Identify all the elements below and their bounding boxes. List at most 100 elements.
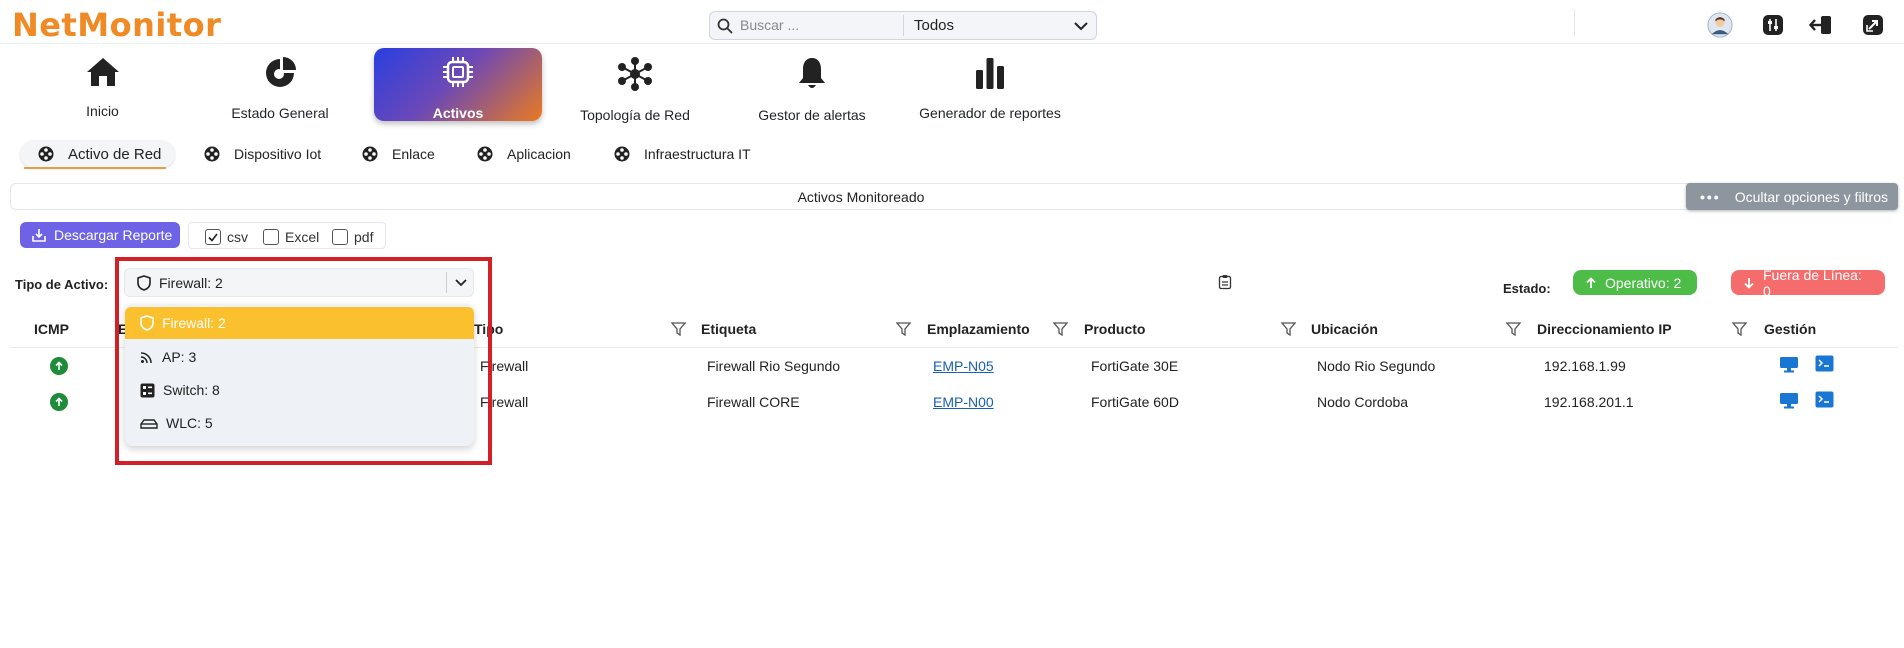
home-icon bbox=[85, 56, 121, 93]
cell-producto: FortiGate 30E bbox=[1091, 358, 1179, 374]
operativo-count: Operativo: 2 bbox=[1605, 274, 1682, 291]
tipo-activo-label: Tipo de Activo: bbox=[15, 277, 109, 292]
section-title: Activos Monitoreado bbox=[797, 189, 925, 205]
nav-module-label: Activos bbox=[432, 105, 484, 121]
cell-emplazamiento-link[interactable]: EMP-N00 bbox=[933, 394, 994, 410]
format-pdf-checkbox[interactable]: pdf bbox=[332, 229, 373, 245]
fuera-de-linea-count: Fuera de Línea: 0 bbox=[1763, 266, 1862, 299]
filter-icon[interactable] bbox=[896, 322, 911, 336]
column-header-etiqueta[interactable]: Etiqueta bbox=[701, 321, 756, 337]
nav-module-label: Inicio bbox=[86, 103, 119, 119]
tab-aplicacion[interactable]: Aplicacion bbox=[477, 140, 571, 168]
tab-activo-de-red[interactable]: Activo de Red bbox=[20, 140, 176, 168]
user-avatar-icon[interactable] bbox=[1707, 12, 1733, 38]
clipboard-icon[interactable] bbox=[1218, 274, 1232, 295]
column-header-direccionamiento-ip[interactable]: Direccionamiento IP bbox=[1537, 321, 1672, 337]
toggle-filters-label: Ocultar opciones y filtros bbox=[1734, 188, 1889, 205]
tab-label: Infraestructura IT bbox=[644, 146, 751, 162]
tab-infraestructura-it[interactable]: Infraestructura IT bbox=[614, 140, 751, 168]
network-icon bbox=[617, 56, 653, 97]
search-input[interactable]: Buscar ... bbox=[740, 15, 904, 36]
expand-window-icon[interactable] bbox=[1860, 12, 1886, 38]
chevron-down-icon[interactable] bbox=[1066, 21, 1096, 31]
checkbox-icon bbox=[263, 229, 279, 245]
cell-ip: 192.168.201.1 bbox=[1544, 394, 1634, 410]
filter-icon[interactable] bbox=[1506, 322, 1521, 336]
search-icon[interactable] bbox=[710, 18, 740, 34]
nav-module-alertas[interactable]: Gestor de alertas bbox=[752, 50, 872, 123]
column-header-ubicacion[interactable]: Ubicación bbox=[1311, 321, 1378, 337]
tab-dispositivo-iot[interactable]: Dispositivo Iot bbox=[204, 140, 321, 168]
more-dots-icon: ••• bbox=[1700, 188, 1721, 205]
filter-icon[interactable] bbox=[1053, 322, 1068, 336]
bar-chart-icon bbox=[974, 56, 1006, 95]
column-header-gestion[interactable]: Gestión bbox=[1764, 321, 1816, 337]
nav-module-estado-general[interactable]: Estado General bbox=[220, 50, 340, 122]
checkbox-icon bbox=[332, 229, 348, 245]
toggle-filters-button[interactable]: ••• Ocultar opciones y filtros bbox=[1686, 183, 1898, 210]
film-reel-icon bbox=[204, 146, 220, 162]
format-options: csv Excel pdf bbox=[188, 222, 386, 249]
section-header: Activos Monitoreado bbox=[10, 183, 1898, 210]
pie-chart-icon bbox=[263, 56, 297, 95]
app-logo[interactable]: NetMonitor bbox=[12, 6, 221, 44]
bell-icon bbox=[796, 56, 828, 97]
cell-emplazamiento-link[interactable]: EMP-N05 bbox=[933, 358, 994, 374]
estado-label: Estado: bbox=[1503, 281, 1551, 296]
column-header-emplazamiento[interactable]: Emplazamiento bbox=[927, 321, 1030, 337]
monitor-icon[interactable] bbox=[1779, 356, 1799, 373]
tab-label: Dispositivo Iot bbox=[234, 146, 322, 162]
arrow-up-icon bbox=[1585, 276, 1597, 289]
download-icon bbox=[32, 228, 46, 242]
checkbox-checked-icon bbox=[205, 229, 221, 245]
film-reel-icon bbox=[614, 146, 630, 162]
top-bar: NetMonitor Buscar ... Todos bbox=[0, 0, 1904, 44]
icmp-up-icon bbox=[50, 393, 68, 411]
format-label: csv bbox=[227, 229, 248, 245]
highlight-frame bbox=[115, 257, 492, 465]
cell-producto: FortiGate 60D bbox=[1091, 394, 1179, 410]
nav-module-label: Estado General bbox=[231, 105, 329, 121]
cell-etiqueta: Firewall Rio Segundo bbox=[707, 358, 841, 374]
column-header-producto[interactable]: Producto bbox=[1084, 321, 1145, 337]
column-header-icmp[interactable]: ICMP bbox=[34, 321, 69, 337]
cell-etiqueta: Firewall CORE bbox=[707, 394, 800, 410]
tab-label: Enlace bbox=[392, 146, 435, 162]
nav-module-reportes[interactable]: Generador de reportes bbox=[915, 50, 1065, 122]
logout-icon[interactable] bbox=[1808, 12, 1834, 38]
arrow-down-icon bbox=[1743, 277, 1755, 289]
search-bar: Buscar ... Todos bbox=[709, 11, 1097, 40]
nav-module-topologia[interactable]: Topología de Red bbox=[575, 50, 695, 123]
nav-module-label: Topología de Red bbox=[580, 107, 690, 123]
filter-icon[interactable] bbox=[1732, 322, 1747, 336]
terminal-icon[interactable] bbox=[1815, 355, 1834, 372]
tab-label: Activo de Red bbox=[68, 145, 162, 163]
fuera-de-linea-filter-button[interactable]: Fuera de Línea: 0 bbox=[1731, 267, 1885, 299]
tab-enlace[interactable]: Enlace bbox=[362, 140, 435, 168]
search-scope-select[interactable]: Todos bbox=[904, 17, 1066, 34]
download-report-button[interactable]: Descargar Reporte bbox=[20, 222, 180, 248]
terminal-icon[interactable] bbox=[1815, 391, 1834, 408]
active-tab-indicator bbox=[24, 167, 166, 169]
nav-module-inicio[interactable]: Inicio bbox=[55, 50, 150, 122]
nav-module-label: Gestor de alertas bbox=[758, 107, 866, 123]
film-reel-icon bbox=[38, 146, 54, 162]
tab-label: Aplicacion bbox=[507, 146, 571, 162]
format-label: pdf bbox=[354, 229, 374, 245]
filter-icon[interactable] bbox=[671, 322, 686, 336]
film-reel-icon bbox=[477, 146, 493, 162]
cell-ip: 192.168.1.99 bbox=[1544, 358, 1626, 374]
monitor-icon[interactable] bbox=[1779, 392, 1799, 409]
cell-ubicacion: Nodo Rio Segundo bbox=[1317, 358, 1436, 374]
film-reel-icon bbox=[362, 146, 378, 162]
nav-module-label: Generador de reportes bbox=[919, 105, 1061, 121]
format-csv-checkbox[interactable]: csv bbox=[205, 229, 248, 245]
filter-icon[interactable] bbox=[1281, 322, 1296, 336]
operativo-filter-button[interactable]: Operativo: 2 bbox=[1573, 270, 1697, 295]
chip-icon bbox=[440, 54, 476, 95]
settings-sliders-icon[interactable] bbox=[1760, 12, 1786, 38]
divider bbox=[1574, 10, 1575, 36]
cell-ubicacion: Nodo Cordoba bbox=[1317, 394, 1409, 410]
nav-module-activos[interactable]: Activos bbox=[374, 48, 542, 121]
format-excel-checkbox[interactable]: Excel bbox=[263, 229, 319, 245]
